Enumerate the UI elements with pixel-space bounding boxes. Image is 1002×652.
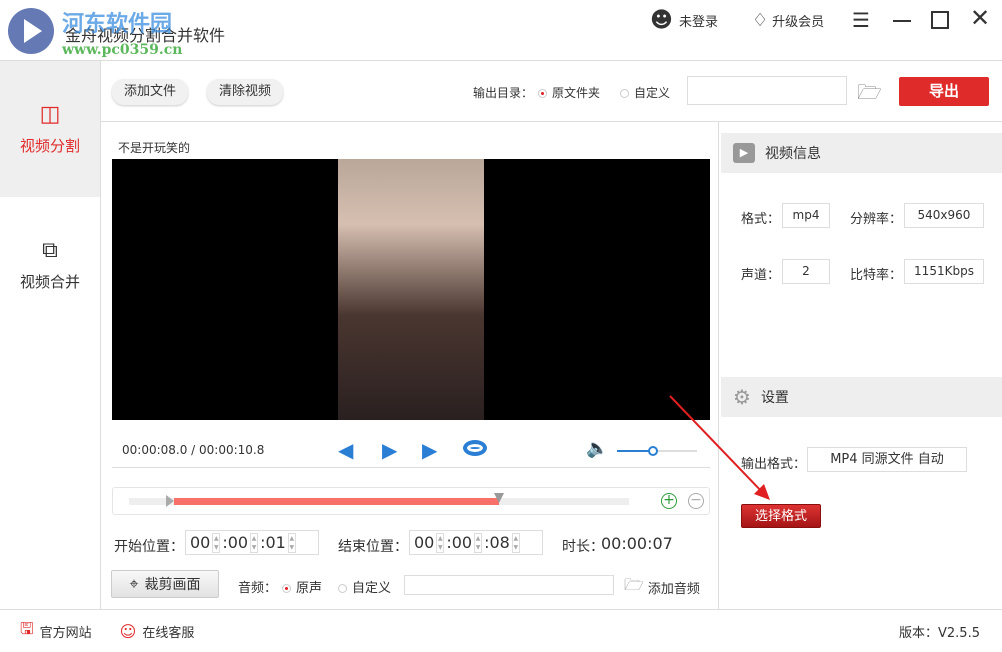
folder-icon: 🗁 bbox=[624, 574, 644, 601]
maximize-icon[interactable] bbox=[931, 11, 949, 29]
end-label: 结束位置： bbox=[338, 536, 408, 556]
next-frame-icon[interactable]: ▶ bbox=[422, 438, 437, 462]
title-bar: 金舟视频分割合并软件 河东软件园 www.pc0359.cn ☻未登录 ♢升级会… bbox=[0, 0, 1002, 61]
start-time-input[interactable]: 00▲▼ :00▲▼ :01▲▼ bbox=[185, 530, 319, 555]
menu-icon[interactable]: ☰ bbox=[852, 8, 870, 32]
volume-knob[interactable] bbox=[648, 446, 658, 456]
trim-start-handle[interactable] bbox=[166, 495, 174, 507]
online-service-link[interactable]: ☺在线客服 bbox=[120, 622, 195, 641]
merge-icon: ⧉ bbox=[42, 238, 58, 263]
format-label: 格式： bbox=[741, 208, 780, 227]
add-file-button[interactable]: 添加文件 bbox=[112, 79, 188, 105]
user-icon: ☻ bbox=[650, 8, 673, 33]
play-logo-icon bbox=[24, 19, 42, 43]
stepper-icon[interactable]: ▲▼ bbox=[288, 533, 296, 553]
vertical-divider bbox=[718, 122, 719, 609]
trim-end-handle[interactable] bbox=[494, 493, 504, 503]
channel-label: 声道： bbox=[741, 264, 780, 283]
version-text: 版本：V2.5.5 bbox=[899, 622, 980, 641]
radio-audio-original[interactable]: 原声 bbox=[282, 577, 322, 596]
video-player bbox=[112, 159, 710, 420]
clear-video-button[interactable]: 清除视频 bbox=[207, 79, 283, 105]
vip-button[interactable]: ♢升级会员 bbox=[752, 10, 824, 31]
video-frame bbox=[338, 159, 484, 420]
duration-label: 时长： bbox=[562, 536, 604, 556]
watermark-url: www.pc0359.cn bbox=[62, 42, 182, 58]
watermark-name: 河东软件园 bbox=[62, 6, 172, 38]
output-path-input[interactable] bbox=[687, 76, 847, 105]
channel-value: 2 bbox=[782, 259, 830, 284]
stepper-icon[interactable]: ▲▼ bbox=[436, 533, 444, 553]
format-value: mp4 bbox=[782, 203, 830, 228]
video-info-header: ▶ 视频信息 bbox=[721, 133, 1002, 173]
stepper-icon[interactable]: ▲▼ bbox=[474, 533, 482, 553]
output-format-value: MP4 同源文件 自动 bbox=[807, 447, 967, 472]
sidebar: ◫ 视频分割 ⧉ 视频合并 bbox=[0, 61, 101, 609]
stepper-icon[interactable]: ▲▼ bbox=[512, 533, 520, 553]
crop-button[interactable]: ⌖裁剪画面 bbox=[111, 570, 219, 598]
split-icon: ◫ bbox=[40, 102, 61, 127]
resolution-label: 分辨率： bbox=[850, 208, 902, 227]
divider bbox=[101, 121, 1002, 122]
volume-icon[interactable]: 🔈 bbox=[586, 438, 608, 459]
time-display: 00:00:08.0 / 00:00:10.8 bbox=[122, 443, 264, 457]
radio-audio-custom[interactable]: 自定义 bbox=[338, 577, 391, 596]
trim-timeline: + − bbox=[112, 487, 710, 515]
folder-icon[interactable]: 🗁 bbox=[857, 78, 882, 112]
end-time-input[interactable]: 00▲▼ :00▲▼ :08▲▼ bbox=[409, 530, 543, 555]
radio-custom-folder[interactable]: 自定义 bbox=[620, 84, 670, 101]
trim-track[interactable] bbox=[129, 498, 629, 505]
support-icon: ☺ bbox=[120, 622, 137, 641]
diamond-icon: ♢ bbox=[752, 10, 768, 31]
resolution-value: 540x960 bbox=[904, 203, 984, 228]
bitrate-value: 1151Kbps bbox=[904, 259, 984, 284]
play-icon[interactable]: ▶ bbox=[382, 438, 397, 462]
start-label: 开始位置： bbox=[114, 536, 184, 556]
preview-eye-icon[interactable] bbox=[463, 440, 487, 456]
official-site-link[interactable]: 🖫官方网站 bbox=[20, 618, 92, 645]
footer: 🖫官方网站 ☺在线客服 版本：V2.5.5 bbox=[0, 609, 1002, 652]
add-audio-button[interactable]: 🗁添加音频 bbox=[624, 574, 700, 601]
sidebar-item-merge[interactable]: ⧉ 视频合并 bbox=[0, 197, 100, 333]
monitor-icon: 🖫 bbox=[20, 618, 34, 645]
trim-selection bbox=[174, 498, 499, 505]
close-icon[interactable]: ✕ bbox=[970, 4, 990, 32]
choose-format-button[interactable]: 选择格式 bbox=[741, 504, 821, 528]
radio-source-folder[interactable]: 原文件夹 bbox=[538, 84, 600, 101]
stepper-icon[interactable]: ▲▼ bbox=[250, 533, 258, 553]
video-info-icon: ▶ bbox=[733, 143, 755, 163]
login-button[interactable]: ☻未登录 bbox=[650, 8, 718, 33]
sidebar-item-split[interactable]: ◫ 视频分割 bbox=[0, 61, 100, 197]
prev-frame-icon[interactable]: ◀ bbox=[338, 438, 353, 462]
video-filename: 不是开玩笑的 bbox=[118, 139, 190, 156]
bitrate-label: 比特率： bbox=[850, 264, 902, 283]
annotation-arrow bbox=[660, 390, 780, 505]
export-button[interactable]: 导出 bbox=[899, 77, 989, 106]
crop-icon: ⌖ bbox=[129, 574, 138, 594]
stepper-icon[interactable]: ▲▼ bbox=[212, 533, 220, 553]
audio-path-input[interactable] bbox=[404, 575, 614, 595]
audio-label: 音频： bbox=[238, 577, 277, 596]
duration-value: 00:00:07 bbox=[601, 534, 673, 553]
output-dir-label: 输出目录： bbox=[473, 84, 533, 101]
minimize-icon[interactable] bbox=[893, 20, 911, 22]
